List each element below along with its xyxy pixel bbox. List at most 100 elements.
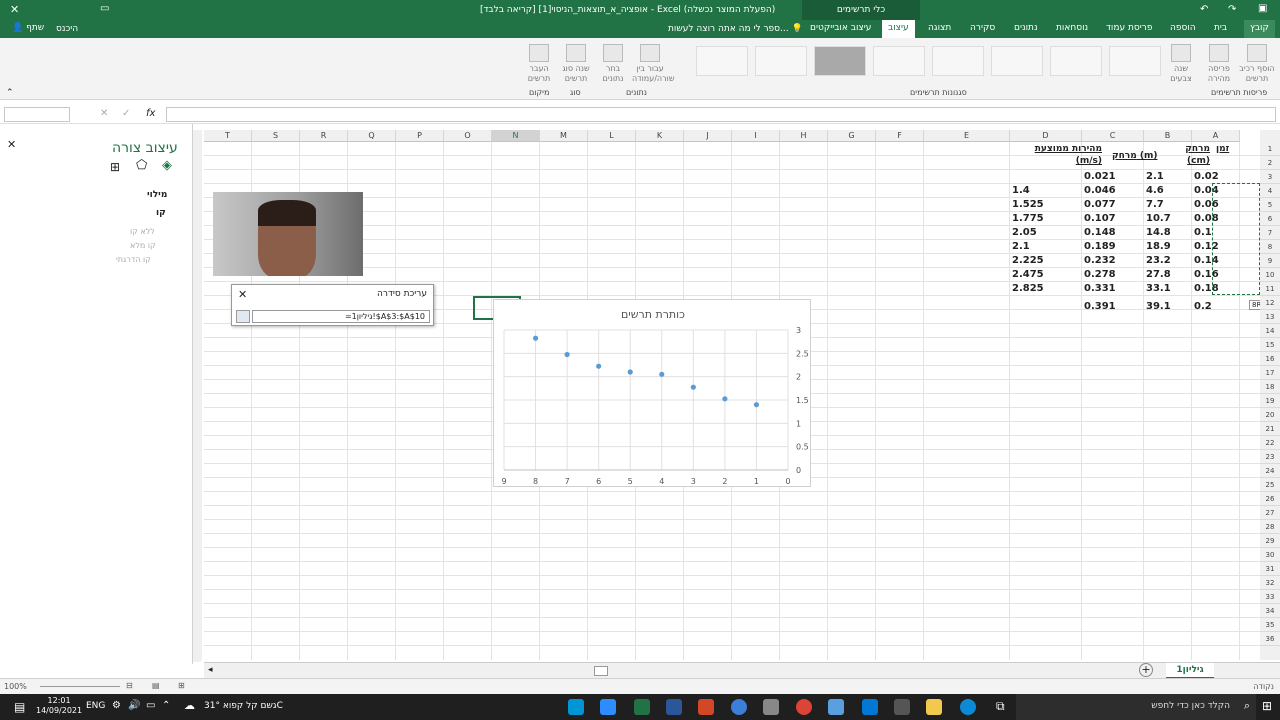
chart-style-8[interactable] [1109, 46, 1161, 76]
close-pane-icon[interactable]: ✕ [7, 138, 16, 151]
column-header-p[interactable]: P [396, 130, 444, 142]
row-number-34[interactable]: 34 [1260, 604, 1280, 618]
save-icon[interactable]: ▣ [1258, 3, 1267, 14]
cell-d3[interactable]: 1.4 [1012, 184, 1030, 198]
collapse-ribbon-icon[interactable]: ⌃ [6, 88, 14, 98]
cell-d9[interactable]: 2.475 [1012, 268, 1044, 282]
fill-section[interactable]: מילוי [147, 190, 167, 200]
line-option-solid[interactable]: קו מלא [130, 241, 156, 250]
header-distance-m[interactable]: מרחק (m) [1112, 149, 1158, 163]
row-number-24[interactable]: 24 [1260, 464, 1280, 478]
row-number-7[interactable]: 7 [1260, 226, 1280, 240]
column-header-m[interactable]: M [540, 130, 588, 142]
cell-d5[interactable]: 1.775 [1012, 212, 1044, 226]
fx-icon[interactable]: fx [146, 108, 155, 119]
row-number-21[interactable]: 21 [1260, 422, 1280, 436]
row-number-10[interactable]: 10 [1260, 268, 1280, 282]
row-number-2[interactable]: 2 [1260, 156, 1280, 170]
cell-c2[interactable]: 0.021 [1084, 170, 1116, 184]
cell-d6[interactable]: 2.05 [1012, 226, 1037, 240]
tray-chevron-icon[interactable]: ⌃ [162, 700, 170, 711]
column-header-f[interactable]: F [876, 130, 924, 142]
row-number-20[interactable]: 20 [1260, 408, 1280, 422]
column-header-r[interactable]: R [300, 130, 348, 142]
name-box[interactable] [4, 107, 70, 122]
row-number-13[interactable]: 13 [1260, 310, 1280, 324]
column-header-j[interactable]: J [684, 130, 732, 142]
tab-review[interactable]: סקירה [970, 23, 995, 33]
row-number-29[interactable]: 29 [1260, 534, 1280, 548]
add-sheet-button[interactable]: + [1139, 663, 1153, 677]
tab-design[interactable]: עיצוב [882, 20, 915, 38]
column-header-s[interactable]: S [252, 130, 300, 142]
column-header-c[interactable]: C [1082, 130, 1144, 142]
zoom-icon[interactable] [600, 699, 616, 715]
vertical-scrollbar[interactable] [194, 130, 202, 660]
close-icon[interactable]: ✕ [10, 3, 19, 16]
row-number-8[interactable]: 8 [1260, 240, 1280, 254]
column-header-b[interactable]: B [1144, 130, 1192, 142]
cell-c9[interactable]: 0.278 [1084, 268, 1116, 282]
change-type-button[interactable]: שנה סוג תרשים [560, 44, 592, 84]
cancel-icon[interactable]: ✕ [100, 108, 108, 119]
tab-insert[interactable]: הוספה [1170, 23, 1196, 33]
page-break-view-icon[interactable]: ⊟ [126, 681, 133, 690]
row-number-15[interactable]: 15 [1260, 338, 1280, 352]
add-element-button[interactable]: הוסף רכיב תרשים [1238, 44, 1276, 84]
column-header-d[interactable]: D [1010, 130, 1082, 142]
row-number-30[interactable]: 30 [1260, 548, 1280, 562]
cell-a2[interactable]: 0.02 [1194, 170, 1219, 184]
row-number-36[interactable]: 36 [1260, 632, 1280, 646]
generic-app-icon[interactable] [763, 699, 779, 715]
tab-file[interactable]: קובץ [1244, 20, 1275, 38]
notification-icon[interactable]: ▤ [14, 700, 25, 714]
cell-c6[interactable]: 0.148 [1084, 226, 1116, 240]
cell-c7[interactable]: 0.189 [1084, 240, 1116, 254]
cell-a6[interactable]: 0.1 [1194, 226, 1212, 240]
column-header-e[interactable]: E [924, 130, 1010, 142]
switch-rowcol-button[interactable]: עבור בין שורה/עמודה [632, 44, 675, 84]
tab-formulas[interactable]: נוסחאות [1056, 23, 1088, 33]
chart-style-5[interactable] [932, 46, 984, 76]
chart-style-7[interactable] [1050, 46, 1102, 76]
app-icon-2[interactable] [828, 699, 844, 715]
column-header-l[interactable]: L [588, 130, 636, 142]
column-header-t[interactable]: T [204, 130, 252, 142]
row-number-33[interactable]: 33 [1260, 590, 1280, 604]
cell-b6[interactable]: 14.8 [1146, 226, 1171, 240]
cell-b5[interactable]: 10.7 [1146, 212, 1171, 226]
app-icon[interactable] [731, 699, 747, 715]
column-header-n[interactable]: N [492, 130, 540, 142]
column-header-h[interactable]: H [780, 130, 828, 142]
chart-style-4[interactable] [873, 46, 925, 76]
word-icon[interactable] [666, 699, 682, 715]
row-number-17[interactable]: 17 [1260, 366, 1280, 380]
tab-home[interactable]: בית [1214, 23, 1227, 33]
chart-style-3[interactable] [814, 46, 866, 76]
cell-b3[interactable]: 4.6 [1146, 184, 1164, 198]
row-number-16[interactable]: 16 [1260, 352, 1280, 366]
mail-icon[interactable] [862, 699, 878, 715]
row-number-1[interactable]: 1 [1260, 142, 1280, 156]
search-box[interactable]: הקלד כאן כדי לחפש ⌕ [1016, 694, 1256, 720]
select-data-button[interactable]: בחר נתונים [598, 44, 628, 84]
powerpoint-icon[interactable] [698, 699, 714, 715]
scroll-right-icon[interactable]: ◂ [208, 665, 213, 675]
scatter-chart[interactable]: כותרת תרשים 0 1 2 3 4 5 6 7 8 9 0 0.5 1 1.5 2 2.5 3 [493, 299, 811, 487]
tell-me-box[interactable]: ספר לי מה אתה רוצה לעשות... 💡 [668, 24, 803, 34]
volume-icon[interactable]: 🔊 [128, 700, 140, 711]
redo-icon[interactable]: ↷ [1228, 4, 1236, 15]
cell-c8[interactable]: 0.232 [1084, 254, 1116, 268]
size-properties-icon[interactable]: ⊞ [110, 160, 120, 174]
header-avg-speed[interactable]: מהירות ממוצעת (m/s) [1032, 143, 1102, 167]
cell-d10[interactable]: 2.825 [1012, 282, 1044, 296]
row-number-27[interactable]: 27 [1260, 506, 1280, 520]
chart-style-6[interactable] [991, 46, 1043, 76]
chrome-icon[interactable] [796, 699, 812, 715]
cell-c10[interactable]: 0.331 [1084, 282, 1116, 296]
share-button[interactable]: 👤 שתף [12, 23, 44, 33]
hp-icon[interactable] [568, 699, 584, 715]
fill-line-icon[interactable]: ◈ [162, 158, 172, 173]
formula-input[interactable] [166, 107, 1276, 122]
clock[interactable]: 12:01 14/09/2021 [36, 696, 82, 716]
